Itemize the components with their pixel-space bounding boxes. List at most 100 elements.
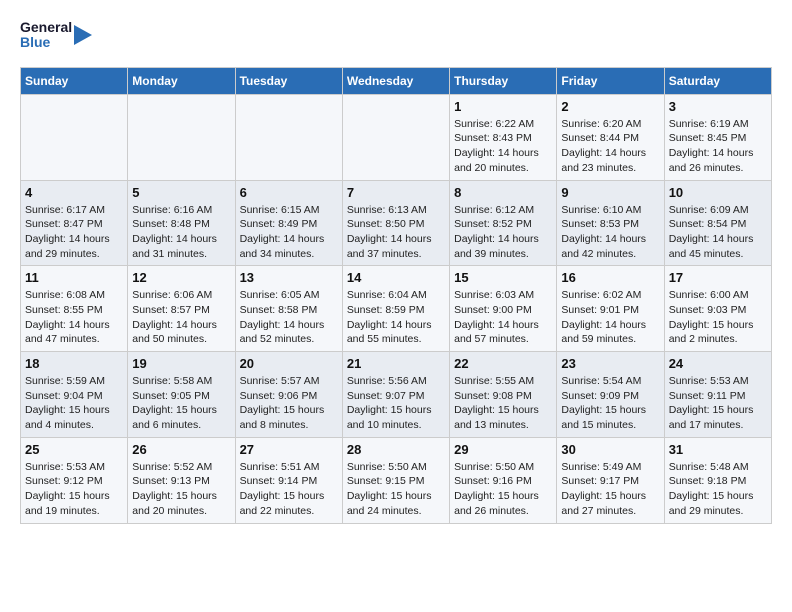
day-info: Sunrise: 6:06 AM Sunset: 8:57 PM Dayligh…	[132, 288, 230, 347]
calendar-cell: 25Sunrise: 5:53 AM Sunset: 9:12 PM Dayli…	[21, 437, 128, 523]
calendar-cell	[342, 94, 449, 180]
calendar-cell: 6 Sunrise: 6:15 AM Sunset: 8:49 PM Daylig…	[235, 180, 342, 266]
day-info: Sunrise: 5:56 AM Sunset: 9:07 PM Dayligh…	[347, 374, 445, 433]
day-number: 24	[669, 356, 767, 371]
day-info: Sunrise: 5:50 AM Sunset: 9:16 PM Dayligh…	[454, 460, 552, 519]
day-info: Sunrise: 6:13 AM Sunset: 8:50 PM Dayligh…	[347, 203, 445, 262]
calendar-cell: 18 Sunrise: 5:59 AM Sunset: 9:04 PM Dayli…	[21, 352, 128, 438]
day-number: 13	[240, 270, 338, 285]
day-info: Sunrise: 6:12 AM Sunset: 8:52 PM Dayligh…	[454, 203, 552, 262]
day-number: 12	[132, 270, 230, 285]
day-number: 6	[240, 185, 338, 200]
day-number: 27	[240, 442, 338, 457]
day-number: 14	[347, 270, 445, 285]
day-number: 25	[25, 442, 123, 457]
calendar-cell: 15 Sunrise: 6:03 AM Sunset: 9:00 PM Dayli…	[450, 266, 557, 352]
calendar-cell: 22 Sunrise: 5:55 AM Sunset: 9:08 PM Dayli…	[450, 352, 557, 438]
day-info: Sunrise: 5:55 AM Sunset: 9:08 PM Dayligh…	[454, 374, 552, 433]
calendar-cell: 7 Sunrise: 6:13 AM Sunset: 8:50 PM Daylig…	[342, 180, 449, 266]
calendar-cell: 19 Sunrise: 5:58 AM Sunset: 9:05 PM Dayli…	[128, 352, 235, 438]
calendar-week-row: 11 Sunrise: 6:08 AM Sunset: 8:55 PM Dayli…	[21, 266, 772, 352]
day-number: 7	[347, 185, 445, 200]
day-number: 20	[240, 356, 338, 371]
day-number: 29	[454, 442, 552, 457]
calendar-cell: 29 Sunrise: 5:50 AM Sunset: 9:16 PM Dayli…	[450, 437, 557, 523]
calendar-week-row: 18 Sunrise: 5:59 AM Sunset: 9:04 PM Dayli…	[21, 352, 772, 438]
calendar-cell: 21 Sunrise: 5:56 AM Sunset: 9:07 PM Dayli…	[342, 352, 449, 438]
calendar-cell: 14 Sunrise: 6:04 AM Sunset: 8:59 PM Dayli…	[342, 266, 449, 352]
day-info: Sunrise: 5:48 AM Sunset: 9:18 PM Dayligh…	[669, 460, 767, 519]
day-number: 23	[561, 356, 659, 371]
day-info: Sunrise: 5:49 AM Sunset: 9:17 PM Dayligh…	[561, 460, 659, 519]
day-info: Sunrise: 5:59 AM Sunset: 9:04 PM Dayligh…	[25, 374, 123, 433]
calendar-cell: 16 Sunrise: 6:02 AM Sunset: 9:01 PM Dayli…	[557, 266, 664, 352]
day-info: Sunrise: 6:05 AM Sunset: 8:58 PM Dayligh…	[240, 288, 338, 347]
day-info: Sunrise: 5:57 AM Sunset: 9:06 PM Dayligh…	[240, 374, 338, 433]
day-info: Sunrise: 6:16 AM Sunset: 8:48 PM Dayligh…	[132, 203, 230, 262]
day-info: Sunrise: 6:20 AM Sunset: 8:44 PM Dayligh…	[561, 117, 659, 176]
calendar-week-row: 4 Sunrise: 6:17 AM Sunset: 8:47 PM Daylig…	[21, 180, 772, 266]
calendar-cell: 26 Sunrise: 5:52 AM Sunset: 9:13 PM Dayli…	[128, 437, 235, 523]
weekday-header: Monday	[128, 67, 235, 94]
calendar-cell	[128, 94, 235, 180]
calendar: SundayMondayTuesdayWednesdayThursdayFrid…	[20, 67, 772, 524]
calendar-cell: 28Sunrise: 5:50 AM Sunset: 9:15 PM Dayli…	[342, 437, 449, 523]
day-info: Sunrise: 6:03 AM Sunset: 9:00 PM Dayligh…	[454, 288, 552, 347]
weekday-header: Sunday	[21, 67, 128, 94]
calendar-cell: 12 Sunrise: 6:06 AM Sunset: 8:57 PM Dayli…	[128, 266, 235, 352]
day-info: Sunrise: 5:54 AM Sunset: 9:09 PM Dayligh…	[561, 374, 659, 433]
day-info: Sunrise: 5:52 AM Sunset: 9:13 PM Dayligh…	[132, 460, 230, 519]
day-info: Sunrise: 5:51 AM Sunset: 9:14 PM Dayligh…	[240, 460, 338, 519]
day-number: 15	[454, 270, 552, 285]
calendar-cell: 1 Sunrise: 6:22 AM Sunset: 8:43 PM Daylig…	[450, 94, 557, 180]
calendar-cell: 13 Sunrise: 6:05 AM Sunset: 8:58 PM Dayli…	[235, 266, 342, 352]
day-info: Sunrise: 6:09 AM Sunset: 8:54 PM Dayligh…	[669, 203, 767, 262]
page-header: General Blue	[20, 20, 772, 51]
logo: General Blue	[20, 20, 94, 51]
day-number: 21	[347, 356, 445, 371]
day-info: Sunrise: 6:08 AM Sunset: 8:55 PM Dayligh…	[25, 288, 123, 347]
day-info: Sunrise: 6:04 AM Sunset: 8:59 PM Dayligh…	[347, 288, 445, 347]
calendar-cell: 17 Sunrise: 6:00 AM Sunset: 9:03 PM Dayli…	[664, 266, 771, 352]
weekday-header: Wednesday	[342, 67, 449, 94]
day-number: 4	[25, 185, 123, 200]
calendar-cell	[21, 94, 128, 180]
day-number: 9	[561, 185, 659, 200]
calendar-cell	[235, 94, 342, 180]
calendar-cell: 8Sunrise: 6:12 AM Sunset: 8:52 PM Daylig…	[450, 180, 557, 266]
calendar-week-row: 25Sunrise: 5:53 AM Sunset: 9:12 PM Dayli…	[21, 437, 772, 523]
day-info: Sunrise: 6:22 AM Sunset: 8:43 PM Dayligh…	[454, 117, 552, 176]
day-info: Sunrise: 5:50 AM Sunset: 9:15 PM Dayligh…	[347, 460, 445, 519]
day-info: Sunrise: 6:00 AM Sunset: 9:03 PM Dayligh…	[669, 288, 767, 347]
calendar-cell: 24 Sunrise: 5:53 AM Sunset: 9:11 PM Dayli…	[664, 352, 771, 438]
day-info: Sunrise: 6:15 AM Sunset: 8:49 PM Dayligh…	[240, 203, 338, 262]
day-number: 30	[561, 442, 659, 457]
calendar-cell: 31Sunrise: 5:48 AM Sunset: 9:18 PM Dayli…	[664, 437, 771, 523]
calendar-cell: 27 Sunrise: 5:51 AM Sunset: 9:14 PM Dayli…	[235, 437, 342, 523]
day-info: Sunrise: 6:19 AM Sunset: 8:45 PM Dayligh…	[669, 117, 767, 176]
day-info: Sunrise: 6:17 AM Sunset: 8:47 PM Dayligh…	[25, 203, 123, 262]
calendar-cell: 11 Sunrise: 6:08 AM Sunset: 8:55 PM Dayli…	[21, 266, 128, 352]
calendar-cell: 3Sunrise: 6:19 AM Sunset: 8:45 PM Daylig…	[664, 94, 771, 180]
day-number: 18	[25, 356, 123, 371]
calendar-cell: 10 Sunrise: 6:09 AM Sunset: 8:54 PM Dayli…	[664, 180, 771, 266]
day-info: Sunrise: 6:02 AM Sunset: 9:01 PM Dayligh…	[561, 288, 659, 347]
day-number: 22	[454, 356, 552, 371]
day-number: 1	[454, 99, 552, 114]
day-number: 17	[669, 270, 767, 285]
calendar-cell: 5Sunrise: 6:16 AM Sunset: 8:48 PM Daylig…	[128, 180, 235, 266]
day-number: 19	[132, 356, 230, 371]
day-info: Sunrise: 6:10 AM Sunset: 8:53 PM Dayligh…	[561, 203, 659, 262]
calendar-cell: 23 Sunrise: 5:54 AM Sunset: 9:09 PM Dayli…	[557, 352, 664, 438]
day-number: 16	[561, 270, 659, 285]
day-number: 26	[132, 442, 230, 457]
day-info: Sunrise: 5:53 AM Sunset: 9:11 PM Dayligh…	[669, 374, 767, 433]
weekday-header: Thursday	[450, 67, 557, 94]
day-number: 11	[25, 270, 123, 285]
calendar-week-row: 1 Sunrise: 6:22 AM Sunset: 8:43 PM Daylig…	[21, 94, 772, 180]
weekday-header: Saturday	[664, 67, 771, 94]
calendar-cell: 4 Sunrise: 6:17 AM Sunset: 8:47 PM Daylig…	[21, 180, 128, 266]
day-info: Sunrise: 5:58 AM Sunset: 9:05 PM Dayligh…	[132, 374, 230, 433]
calendar-cell: 30 Sunrise: 5:49 AM Sunset: 9:17 PM Dayli…	[557, 437, 664, 523]
day-number: 10	[669, 185, 767, 200]
